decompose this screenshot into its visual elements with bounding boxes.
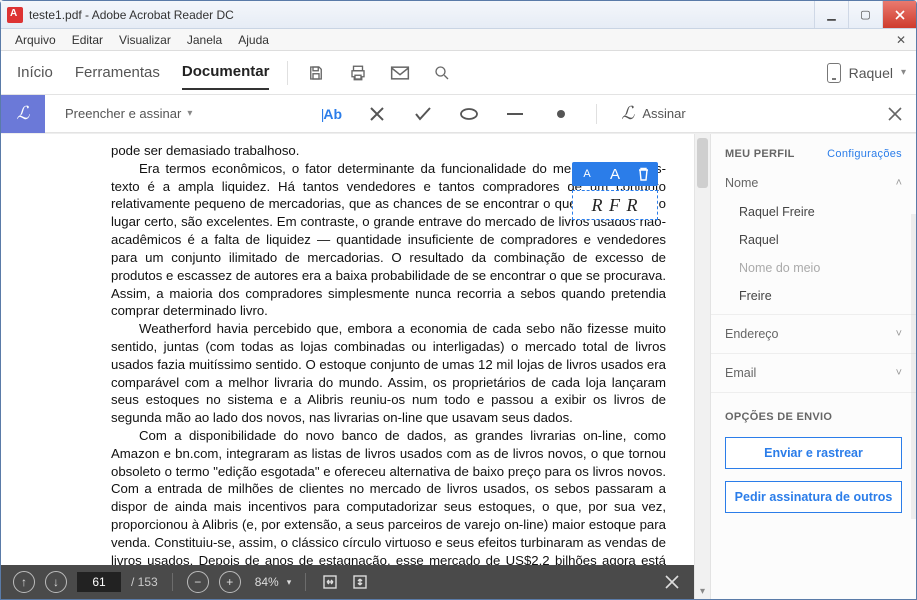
email-label: Email xyxy=(725,366,756,380)
window-close-button[interactable] xyxy=(882,1,916,28)
zoom-in-button[interactable]: + xyxy=(219,571,241,593)
line-tool[interactable] xyxy=(504,103,526,125)
circle-tool[interactable] xyxy=(458,103,480,125)
tab-documentar[interactable]: Documentar xyxy=(182,55,270,90)
send-track-button[interactable]: Enviar e rastrear xyxy=(725,437,902,469)
window-minimize-button[interactable] xyxy=(814,1,848,28)
page-up-button[interactable]: ↑ xyxy=(13,571,35,593)
doc-text: Com a disponibilidade do novo banco de d… xyxy=(111,427,666,587)
menu-editar[interactable]: Editar xyxy=(64,33,111,47)
tab-ferramentas[interactable]: Ferramentas xyxy=(75,56,160,89)
chevron-down-icon: ▾ xyxy=(187,108,192,119)
menu-bar: Arquivo Editar Visualizar Janela Ajuda ✕ xyxy=(1,29,916,51)
page-number-input[interactable] xyxy=(77,572,121,592)
user-menu[interactable]: Raquel ▾ xyxy=(827,63,906,83)
fill-sign-dropdown[interactable]: Preencher e assinar ▾ xyxy=(57,102,200,125)
page-controls-bar: ↑ ↓ / 153 − + 84% ▾ xyxy=(1,565,694,599)
address-label: Endereço xyxy=(725,327,779,341)
scroll-down-button[interactable]: ▾ xyxy=(695,583,710,599)
fit-page-button[interactable] xyxy=(350,572,370,592)
zoom-out-button[interactable]: − xyxy=(187,571,209,593)
zoom-value: 84% xyxy=(251,575,283,589)
mobile-icon xyxy=(827,63,841,83)
search-icon[interactable] xyxy=(432,63,452,83)
full-name-item[interactable]: Raquel Freire xyxy=(711,198,916,226)
address-section-toggle[interactable]: Endereço ˅ xyxy=(711,319,916,349)
close-pager-button[interactable] xyxy=(662,572,682,592)
window-maximize-button[interactable] xyxy=(848,1,882,28)
right-panel: MEU PERFIL Configurações Nome ˄ Raquel F… xyxy=(710,134,916,599)
menu-ajuda[interactable]: Ajuda xyxy=(230,33,277,47)
email-section-toggle[interactable]: Email ˅ xyxy=(711,358,916,388)
fill-sign-tool-icon[interactable]: ℒ xyxy=(1,95,45,133)
dot-tool[interactable] xyxy=(550,103,572,125)
print-icon[interactable] xyxy=(348,63,368,83)
send-options-heading: OPÇÕES DE ENVIO xyxy=(711,397,916,431)
email-icon[interactable] xyxy=(390,63,410,83)
signature-annotation[interactable]: A A R F R xyxy=(572,162,658,220)
save-icon[interactable] xyxy=(306,63,326,83)
request-signature-button[interactable]: Pedir assinatura de outros xyxy=(725,481,902,513)
menu-close-button[interactable]: ✕ xyxy=(892,33,910,47)
sign-button[interactable]: ℒ Assinar xyxy=(621,103,685,124)
chevron-down-icon: ˅ xyxy=(896,367,902,379)
signature-toolbar: A A xyxy=(572,162,658,186)
first-name-item[interactable]: Raquel xyxy=(711,226,916,254)
tab-inicio[interactable]: Início xyxy=(17,56,53,89)
signature-box[interactable]: R F R xyxy=(572,190,658,220)
chevron-down-icon: ˅ xyxy=(896,328,902,340)
user-name: Raquel xyxy=(849,65,893,81)
primary-toolbar: Início Ferramentas Documentar Raquel ▾ xyxy=(1,51,916,95)
window-titlebar: teste1.pdf - Adobe Acrobat Reader DC xyxy=(1,1,916,29)
increase-size-button[interactable]: A xyxy=(606,165,624,183)
page-total: / 153 xyxy=(131,575,158,589)
middle-name-item[interactable]: Nome do meio xyxy=(711,254,916,282)
last-name-item[interactable]: Freire xyxy=(711,282,916,310)
app-icon xyxy=(7,7,23,23)
document-area[interactable]: pode ser demasiado trabalhoso. Era termo… xyxy=(1,134,710,599)
sign-label: Assinar xyxy=(642,106,685,121)
vertical-scrollbar[interactable]: ▴ ▾ xyxy=(694,134,710,599)
name-label: Nome xyxy=(725,176,758,190)
menu-janela[interactable]: Janela xyxy=(179,33,230,47)
x-mark-tool[interactable] xyxy=(366,103,388,125)
panel-scrollbar[interactable] xyxy=(911,214,916,519)
menu-visualizar[interactable]: Visualizar xyxy=(111,33,179,47)
checkmark-tool[interactable] xyxy=(412,103,434,125)
zoom-dropdown[interactable]: 84% ▾ xyxy=(251,575,292,589)
menu-arquivo[interactable]: Arquivo xyxy=(7,33,64,47)
fill-sign-toolbar: ℒ Preencher e assinar ▾ Ab ℒ xyxy=(1,95,916,133)
close-toolbar-button[interactable] xyxy=(888,107,902,121)
window-title: teste1.pdf - Adobe Acrobat Reader DC xyxy=(29,8,814,22)
doc-text: Weatherford havia percebido que, embora … xyxy=(111,320,666,427)
chevron-down-icon: ▾ xyxy=(287,577,292,588)
chevron-up-icon: ˄ xyxy=(896,177,902,189)
doc-text: pode ser demasiado trabalhoso. xyxy=(111,142,666,160)
delete-signature-button[interactable] xyxy=(634,165,652,183)
signature-icon: ℒ xyxy=(621,103,634,124)
chevron-down-icon: ▾ xyxy=(901,67,906,78)
fit-width-button[interactable] xyxy=(320,572,340,592)
page-down-button[interactable]: ↓ xyxy=(45,571,67,593)
fill-sign-dropdown-label: Preencher e assinar xyxy=(65,106,181,121)
add-text-tool[interactable]: Ab xyxy=(320,103,342,125)
decrease-size-button[interactable]: A xyxy=(578,165,596,183)
settings-link[interactable]: Configurações xyxy=(827,148,902,160)
name-section-toggle[interactable]: Nome ˄ xyxy=(711,168,916,198)
profile-heading: MEU PERFIL xyxy=(725,148,795,160)
scrollbar-thumb[interactable] xyxy=(697,138,708,188)
